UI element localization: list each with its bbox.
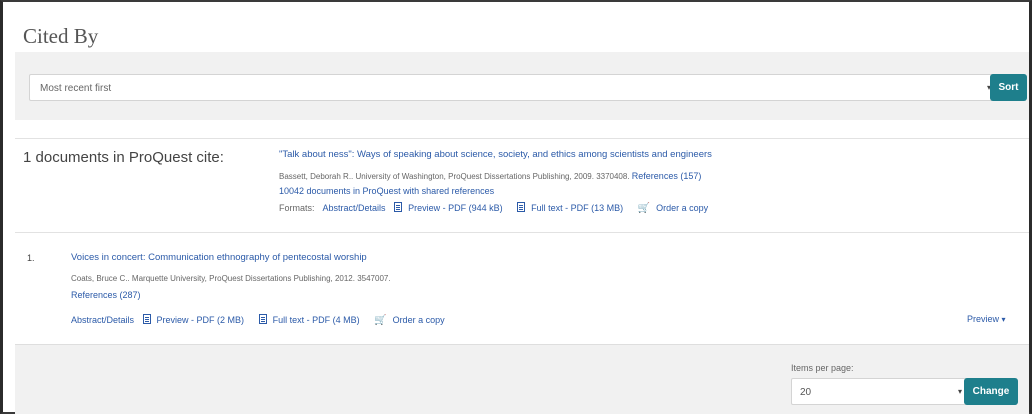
preview-pdf-link[interactable]: Preview - PDF (2 MB) xyxy=(142,314,251,325)
divider xyxy=(15,232,1029,233)
pdf-icon xyxy=(258,314,267,324)
abstract-details-link[interactable]: Abstract/Details xyxy=(71,315,134,325)
result-formats: Abstract/Details Preview - PDF (2 MB) Fu… xyxy=(71,314,457,326)
source-doc-title[interactable]: "Talk about ness": Ways of speaking abou… xyxy=(279,149,712,160)
full-text-pdf-link[interactable]: Full text - PDF (13 MB) xyxy=(517,202,629,213)
pagination-footer: Items per page: 20 ▾ Change xyxy=(15,344,1029,414)
sort-select-value: Most recent first xyxy=(40,83,112,94)
cited-by-panel: Cited By Most recent first ▾ Sort 1 docu… xyxy=(0,0,1032,414)
preview-toggle[interactable]: Preview ▾ xyxy=(967,314,1006,324)
pdf-icon xyxy=(142,314,151,324)
pdf-icon xyxy=(394,202,403,212)
shared-references-link[interactable]: 10042 documents in ProQuest with shared … xyxy=(279,186,494,196)
abstract-details-link[interactable]: Abstract/Details xyxy=(323,203,386,213)
divider xyxy=(15,138,1029,139)
pdf-icon xyxy=(517,202,526,212)
sort-button[interactable]: Sort xyxy=(990,74,1027,101)
cart-icon: 🛒 xyxy=(637,203,651,214)
formats-label: Formats: xyxy=(279,203,315,213)
result-number: 1. xyxy=(27,253,35,263)
items-per-page-label: Items per page: xyxy=(791,363,854,373)
chevron-down-icon: ▾ xyxy=(1001,315,1006,324)
result-references-link[interactable]: References (287) xyxy=(71,290,141,300)
cart-icon: 🛒 xyxy=(374,315,387,326)
source-doc-formats: Formats: Abstract/Details Preview - PDF … xyxy=(279,202,720,214)
change-button[interactable]: Change xyxy=(964,378,1018,405)
full-text-pdf-link[interactable]: Full text - PDF (4 MB) xyxy=(258,314,366,325)
source-doc-references-link[interactable]: References (157) xyxy=(632,171,702,181)
items-per-page-select[interactable]: 20 ▾ xyxy=(791,378,969,405)
order-copy-link[interactable]: 🛒 Order a copy xyxy=(637,203,714,214)
source-doc-meta: Bassett, Deborah R.. University of Washi… xyxy=(279,172,630,181)
result-meta: Coats, Bruce C.. Marquette University, P… xyxy=(71,274,391,283)
order-copy-link[interactable]: 🛒 Order a copy xyxy=(374,315,450,326)
preview-pdf-link[interactable]: Preview - PDF (944 kB) xyxy=(394,202,509,213)
sort-select[interactable]: Most recent first ▾ xyxy=(29,74,999,101)
cite-summary: 1 documents in ProQuest cite: xyxy=(23,149,224,166)
section-title: Cited By xyxy=(23,24,99,48)
sort-bar: Most recent first ▾ Sort xyxy=(15,52,1029,120)
items-per-page-value: 20 xyxy=(800,387,812,398)
chevron-down-icon: ▾ xyxy=(957,387,962,396)
result-title[interactable]: Voices in concert: Communication ethnogr… xyxy=(71,252,367,263)
